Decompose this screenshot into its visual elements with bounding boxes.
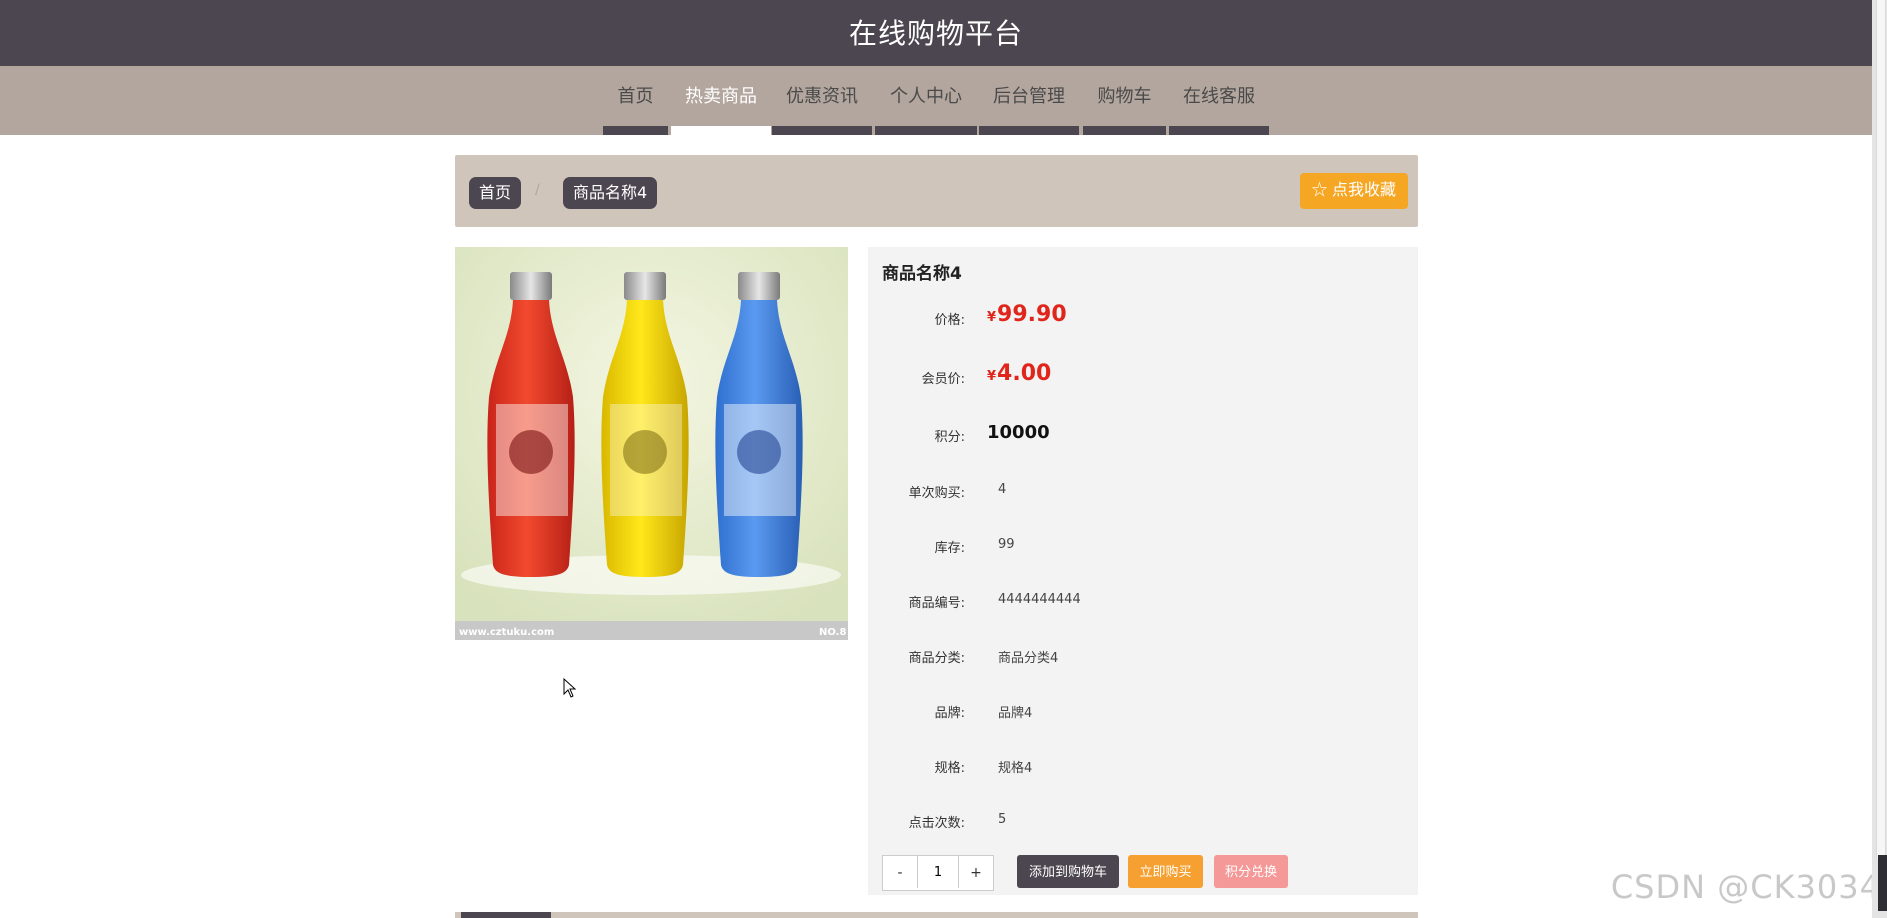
- buy-now-button[interactable]: 立即购买: [1128, 855, 1203, 888]
- nav-item-customer-service[interactable]: 在线客服: [1169, 66, 1269, 135]
- nav-item-label: 首页: [617, 86, 654, 107]
- redeem-points-button[interactable]: 积分兑换: [1214, 855, 1288, 888]
- nav-item-label: 个人中心: [890, 86, 962, 107]
- clicks-label: 点击次数:: [908, 816, 965, 831]
- price-amount: 99.90: [997, 302, 1067, 327]
- breadcrumb-home[interactable]: 首页: [469, 177, 522, 209]
- member-price-value: ¥4.00: [987, 361, 1051, 386]
- brand-value: 品牌4: [998, 706, 1033, 721]
- scrollbar-marker: [1878, 855, 1887, 911]
- add-to-cart-button[interactable]: 添加到购物车: [1017, 855, 1119, 888]
- category-label: 商品分类:: [908, 651, 965, 666]
- category-row: 商品分类: 商品分类4: [868, 640, 1418, 670]
- product-image: www.cztuku.com NO.8: [455, 247, 848, 640]
- price-value: ¥99.90: [987, 302, 1067, 327]
- stock-row: 库存: 99: [868, 530, 1418, 560]
- currency-symbol: ¥: [987, 310, 997, 325]
- points-row: 积分: 10000: [868, 419, 1418, 449]
- category-value: 商品分类4: [998, 651, 1059, 666]
- nav-item-cart[interactable]: 购物车: [1083, 66, 1166, 135]
- quantity-stepper: - +: [882, 855, 994, 891]
- brand-row: 品牌: 品牌4: [868, 695, 1418, 725]
- nav-item-hot-products[interactable]: 热卖商品: [671, 66, 771, 135]
- nav-item-home[interactable]: 首页: [603, 66, 668, 135]
- member-price-row: 会员价: ¥4.00: [868, 361, 1418, 391]
- watermark: CSDN @CK3034: [1610, 868, 1881, 906]
- code-value: 4444444444: [998, 592, 1081, 607]
- site-header: 在线购物平台: [0, 0, 1872, 66]
- stock-value: 99: [998, 537, 1015, 552]
- quantity-decrease-button[interactable]: -: [883, 856, 917, 890]
- clicks-row: 点击次数: 5: [868, 805, 1418, 835]
- bottom-section-edge: [455, 912, 1418, 918]
- favorite-label: 点我收藏: [1331, 182, 1396, 199]
- spec-label: 规格:: [934, 761, 965, 776]
- breadcrumb-separator: /: [535, 182, 540, 198]
- currency-symbol: ¥: [987, 369, 997, 384]
- product-title: 商品名称4: [882, 264, 962, 284]
- nav-item-promotions[interactable]: 优惠资讯: [772, 66, 872, 135]
- mouse-cursor-icon: [563, 677, 577, 702]
- single-purchase-value: 4: [998, 482, 1007, 497]
- stock-label: 库存:: [934, 541, 965, 556]
- clicks-value: 5: [998, 812, 1007, 827]
- nav-item-label: 购物车: [1097, 86, 1152, 107]
- product-image-graphic: www.cztuku.com NO.8: [455, 247, 848, 640]
- product-info-panel: 商品名称4 价格: ¥99.90 会员价: ¥4.00 积分: 10000 单次…: [868, 247, 1418, 895]
- points-label: 积分:: [934, 430, 965, 445]
- spec-value: 规格4: [998, 761, 1033, 776]
- main-nav: 首页 热卖商品 优惠资讯 个人中心 后台管理 购物车 在线客服: [0, 66, 1872, 135]
- nav-item-label: 热卖商品: [685, 86, 757, 107]
- points-value: 10000: [987, 422, 1050, 443]
- site-title: 在线购物平台: [848, 17, 1023, 50]
- price-row: 价格: ¥99.90: [868, 302, 1418, 332]
- member-price-label: 会员价:: [921, 372, 965, 387]
- breadcrumb-current: 商品名称4: [563, 177, 658, 209]
- nav-item-label: 在线客服: [1183, 86, 1255, 107]
- image-footer-left: www.cztuku.com: [459, 627, 554, 638]
- brand-label: 品牌:: [934, 706, 965, 721]
- nav-item-label: 后台管理: [993, 86, 1065, 107]
- member-price-amount: 4.00: [997, 361, 1052, 386]
- star-outline-icon: ☆: [1311, 182, 1328, 199]
- code-label: 商品编号:: [908, 596, 965, 611]
- nav-item-personal-center[interactable]: 个人中心: [875, 66, 977, 135]
- image-footer-right: NO.8: [819, 627, 846, 638]
- scrollbar-thumb[interactable]: [1876, 0, 1886, 858]
- favorite-button[interactable]: ☆ 点我收藏: [1299, 173, 1408, 209]
- quantity-input[interactable]: [917, 856, 959, 888]
- single-purchase-label: 单次购买:: [908, 486, 965, 501]
- nav-item-admin[interactable]: 后台管理: [979, 66, 1079, 135]
- breadcrumb: 首页 / 商品名称4 ☆ 点我收藏: [455, 155, 1418, 227]
- nav-item-label: 优惠资讯: [786, 86, 858, 107]
- single-purchase-row: 单次购买: 4: [868, 475, 1418, 505]
- code-row: 商品编号: 4444444444: [868, 585, 1418, 615]
- price-label: 价格:: [934, 313, 965, 328]
- quantity-increase-button[interactable]: +: [959, 856, 993, 890]
- spec-row: 规格: 规格4: [868, 750, 1418, 780]
